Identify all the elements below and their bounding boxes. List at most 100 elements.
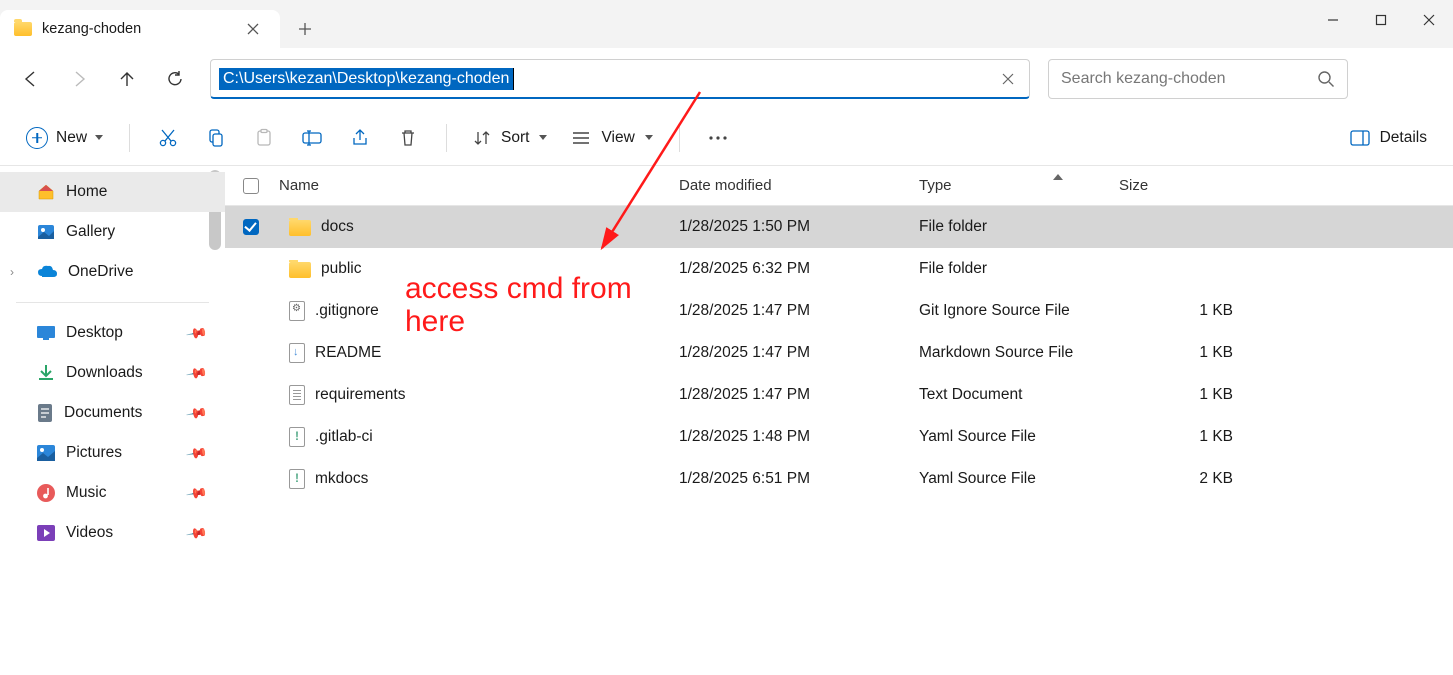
copy-button[interactable]: [192, 118, 240, 158]
file-size: 1 KB: [1111, 386, 1241, 404]
search-input[interactable]: Search kezang-choden: [1048, 59, 1348, 99]
file-name-cell: requirements: [271, 385, 671, 405]
refresh-button[interactable]: [154, 58, 196, 100]
column-headers: Name Date modified Type Size: [225, 166, 1453, 206]
column-header-checkbox[interactable]: [231, 178, 271, 194]
window-tab[interactable]: kezang-choden: [0, 10, 280, 48]
maximize-button[interactable]: [1357, 0, 1405, 40]
file-name-cell: public: [271, 260, 671, 278]
chevron-down-icon: [645, 135, 653, 140]
delete-button[interactable]: [384, 118, 432, 158]
up-button[interactable]: [106, 58, 148, 100]
file-row[interactable]: .gitlab-ci1/28/2025 1:48 PMYaml Source F…: [225, 416, 1453, 458]
main-area: Home Gallery › OneDrive Desktop 📌 Downlo…: [0, 166, 1453, 675]
sidebar-item-desktop[interactable]: Desktop 📌: [0, 313, 225, 353]
sidebar-item-pictures[interactable]: Pictures 📌: [0, 433, 225, 473]
file-date: 1/28/2025 1:47 PM: [671, 386, 911, 404]
share-button[interactable]: [336, 118, 384, 158]
file-type: Yaml Source File: [911, 470, 1111, 488]
pin-icon: 📌: [184, 401, 208, 425]
search-icon: [1317, 70, 1335, 88]
sidebar-item-home[interactable]: Home: [0, 172, 225, 212]
new-button[interactable]: New: [14, 121, 115, 155]
pin-icon: 📌: [184, 441, 208, 465]
navigation-sidebar: Home Gallery › OneDrive Desktop 📌 Downlo…: [0, 166, 225, 675]
back-button[interactable]: [10, 58, 52, 100]
sidebar-item-documents[interactable]: Documents 📌: [0, 393, 225, 433]
close-window-button[interactable]: [1405, 0, 1453, 40]
file-name: .gitignore: [315, 302, 379, 320]
address-caret: [513, 68, 514, 90]
file-type: Text Document: [911, 386, 1111, 404]
file-list-pane: Name Date modified Type Size docs 1/28/20…: [225, 166, 1453, 675]
file-date: 1/28/2025 1:48 PM: [671, 428, 911, 446]
sidebar-label: Pictures: [66, 444, 122, 462]
address-bar[interactable]: C:\Users\kezan\Desktop\kezang-choden: [210, 59, 1030, 99]
column-header-type[interactable]: Type: [911, 177, 1111, 194]
sidebar-label: OneDrive: [68, 263, 133, 281]
address-clear-button[interactable]: [995, 66, 1021, 92]
file-name: docs: [321, 218, 354, 236]
file-type: Markdown Source File: [911, 344, 1111, 362]
file-row[interactable]: docs1/28/2025 1:50 PMFile folder: [225, 206, 1453, 248]
file-row[interactable]: public1/28/2025 6:32 PMFile folder: [225, 248, 1453, 290]
details-pane-button[interactable]: Details: [1338, 123, 1439, 153]
pin-icon: 📌: [184, 481, 208, 505]
file-name: public: [321, 260, 362, 278]
file-type: File folder: [911, 260, 1111, 278]
file-date: 1/28/2025 1:50 PM: [671, 218, 911, 236]
pin-icon: 📌: [184, 361, 208, 385]
forward-button[interactable]: [58, 58, 100, 100]
tab-close-button[interactable]: [240, 16, 266, 42]
view-icon: [571, 130, 591, 146]
onedrive-icon: [36, 264, 58, 280]
file-name-cell: .gitlab-ci: [271, 427, 671, 447]
sort-asc-icon: [1053, 174, 1063, 180]
folder-icon: [289, 262, 311, 278]
file-name: mkdocs: [315, 470, 368, 488]
sidebar-item-music[interactable]: Music 📌: [0, 473, 225, 513]
file-name-cell: mkdocs: [271, 469, 671, 489]
minimize-button[interactable]: [1309, 0, 1357, 40]
music-icon: [36, 483, 56, 503]
sort-label: Sort: [501, 129, 529, 147]
sidebar-item-onedrive[interactable]: › OneDrive: [0, 252, 225, 292]
chevron-down-icon: [539, 135, 547, 140]
column-header-size[interactable]: Size: [1111, 177, 1241, 194]
sort-icon: [473, 129, 491, 147]
column-header-name[interactable]: Name: [271, 177, 671, 194]
file-row[interactable]: .gitignore1/28/2025 1:47 PMGit Ignore So…: [225, 290, 1453, 332]
column-header-date[interactable]: Date modified: [671, 177, 911, 194]
row-checkbox[interactable]: [231, 219, 271, 235]
details-label: Details: [1380, 129, 1427, 147]
rename-button[interactable]: [288, 118, 336, 158]
view-label: View: [601, 129, 634, 147]
file-rows-container: docs1/28/2025 1:50 PMFile folderpublic1/…: [225, 206, 1453, 500]
file-size: 2 KB: [1111, 470, 1241, 488]
more-button[interactable]: [694, 118, 742, 158]
cut-button[interactable]: [144, 118, 192, 158]
folder-icon: [14, 22, 32, 36]
sidebar-label: Desktop: [66, 324, 123, 342]
sidebar-label: Documents: [64, 404, 142, 422]
sidebar-item-downloads[interactable]: Downloads 📌: [0, 353, 225, 393]
search-placeholder: Search kezang-choden: [1061, 70, 1226, 88]
file-date: 1/28/2025 6:51 PM: [671, 470, 911, 488]
file-row[interactable]: README1/28/2025 1:47 PMMarkdown Source F…: [225, 332, 1453, 374]
window-controls: [1309, 0, 1453, 40]
file-row[interactable]: mkdocs 1/28/2025 6:51 PMYaml Source File2…: [225, 458, 1453, 500]
file-row[interactable]: requirements 1/28/2025 1:47 PMText Docume…: [225, 374, 1453, 416]
file-type: Yaml Source File: [911, 428, 1111, 446]
plus-circle-icon: [26, 127, 48, 149]
new-tab-button[interactable]: [284, 10, 326, 48]
address-path: C:\Users\kezan\Desktop\kezang-choden: [219, 68, 513, 90]
paste-button[interactable]: [240, 118, 288, 158]
file-icon: [289, 469, 305, 489]
sidebar-item-videos[interactable]: Videos 📌: [0, 513, 225, 553]
sidebar-label: Downloads: [66, 364, 143, 382]
file-name: requirements: [315, 386, 405, 404]
view-button[interactable]: View: [559, 123, 664, 153]
sort-button[interactable]: Sort: [461, 123, 559, 153]
sidebar-item-gallery[interactable]: Gallery: [0, 212, 225, 252]
sidebar-label: Music: [66, 484, 106, 502]
